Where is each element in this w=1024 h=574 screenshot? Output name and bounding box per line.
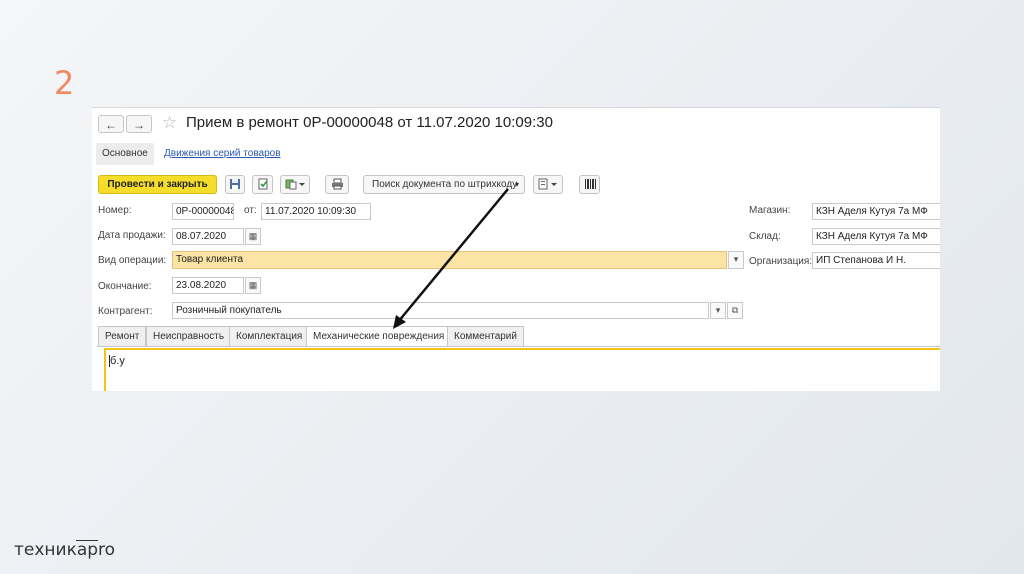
contractor-field[interactable]: Розничный покупатель [172,302,709,319]
search-by-barcode-label: Поиск документа по штрихкоду [372,179,518,190]
tab-repair[interactable]: Ремонт [98,326,147,346]
barcode-scan-button[interactable] [579,175,600,194]
warehouse-field[interactable]: КЗН Аделя Кутуя 7а МФ [812,228,940,245]
chevron-down-icon: ▾ [715,305,721,315]
tab-main[interactable]: Основное [96,143,154,165]
post-and-close-button[interactable]: Провести и закрыть [98,175,217,194]
mechanical-damage-textarea[interactable]: б.у [104,348,940,391]
floppy-disk-icon [230,179,240,189]
sale-date-field[interactable]: 08.07.2020 [172,228,244,245]
operation-label: Вид операции: [98,255,167,266]
organization-label: Организация: [749,256,813,267]
tab-mechanical-damage[interactable]: Механические повреждения [306,326,452,347]
organization-field[interactable]: ИП Степанова И Н. [812,252,940,269]
divider [92,107,940,108]
calendar-icon: ▦ [248,280,258,290]
page-title: Прием в ремонт 0Р-00000048 от 11.07.2020… [186,114,553,131]
save-button[interactable] [225,175,245,194]
end-date-label: Окончание: [98,281,152,292]
operation-field[interactable]: Товар клиента [172,251,727,269]
favorite-star-icon[interactable]: ☆ [162,113,177,133]
document-list-icon [538,178,557,190]
date-field[interactable]: 11.07.2020 10:09:30 [261,203,371,220]
create-based-on-button[interactable] [280,175,310,194]
barcode-icon [584,179,596,189]
tab-comment[interactable]: Комментарий [447,326,524,346]
tab-divider [97,346,940,347]
tab-serial-movements[interactable]: Движения серий товаров [164,143,281,165]
from-label: от: [244,205,257,216]
warehouse-label: Склад: [749,231,781,242]
tab-malfunction[interactable]: Неисправность [146,326,232,346]
number-label: Номер: [98,205,132,216]
contractor-dropdown-button[interactable]: ▾ [710,302,726,319]
attachments-button[interactable] [533,175,563,194]
printer-icon [331,178,343,190]
chevron-down-icon: ▾ [733,254,739,264]
end-date-field[interactable]: 23.08.2020 [172,277,244,294]
shop-label: Магазин: [749,205,791,216]
chevron-down-icon: ▾ [514,180,519,189]
operation-dropdown-button[interactable]: ▾ [728,251,744,269]
open-link-icon: ⧉ [731,305,739,315]
create-based-on-icon [285,179,305,190]
number-field[interactable]: 0Р-00000048 [172,203,234,220]
text-cursor [109,355,110,367]
brand-logo: техникаpro [14,540,116,560]
back-button[interactable]: ← [98,115,124,133]
slide-number: 2 [54,64,75,102]
calendar-icon: ▦ [248,231,258,241]
contractor-open-button[interactable]: ⧉ [727,302,743,319]
shop-field[interactable]: КЗН Аделя Кутуя 7а МФ [812,203,940,220]
document-window: ← → ☆ Прием в ремонт 0Р-00000048 от 11.0… [92,107,940,391]
print-button[interactable] [325,175,349,194]
sale-date-label: Дата продажи: [98,230,166,241]
search-by-barcode-button[interactable]: Поиск документа по штрихкоду ▾ [363,175,525,194]
contractor-label: Контрагент: [98,306,153,317]
forward-button[interactable]: → [126,115,152,133]
brand-underline [76,540,98,541]
document-post-icon [258,178,268,190]
sale-date-calendar-button[interactable]: ▦ [245,228,261,245]
end-date-calendar-button[interactable]: ▦ [245,277,261,294]
post-document-button[interactable] [252,175,273,194]
tab-completeness[interactable]: Комплектация [229,326,310,346]
